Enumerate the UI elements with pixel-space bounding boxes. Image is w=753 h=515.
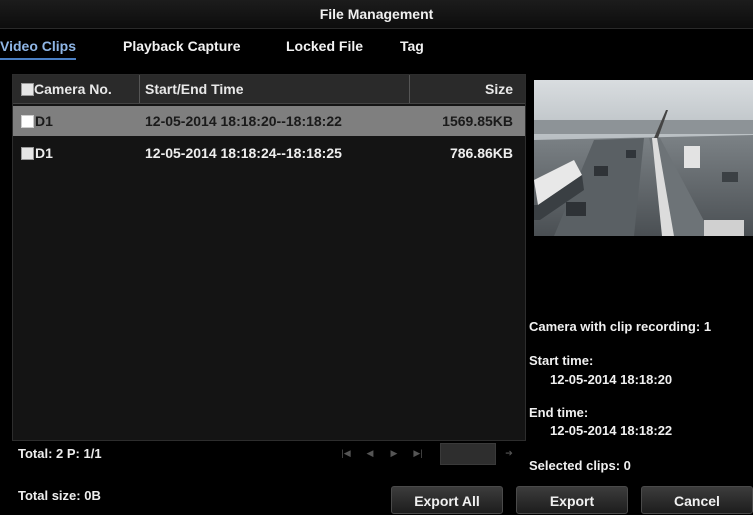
selected-clips-count: Selected clips: 0 bbox=[529, 458, 631, 473]
tab-tag[interactable]: Tag bbox=[400, 38, 424, 54]
row-size: 786.86KB bbox=[449, 145, 513, 161]
highway-scene-image bbox=[534, 80, 753, 236]
pagination-summary: Total: 2 P: 1/1 bbox=[18, 446, 102, 461]
window-title: File Management bbox=[0, 0, 753, 29]
last-page-icon[interactable]: ▶| bbox=[408, 443, 428, 463]
table-row[interactable]: D1 12-05-2014 18:18:20--18:18:22 1569.85… bbox=[13, 106, 525, 136]
row-camera: D1 bbox=[35, 113, 53, 129]
file-list: Camera No. Start/End Time Size D1 12-05-… bbox=[12, 74, 526, 441]
row-time: 12-05-2014 18:18:24--18:18:25 bbox=[145, 145, 342, 161]
end-time-value: 12-05-2014 18:18:22 bbox=[550, 423, 673, 438]
row-camera: D1 bbox=[35, 145, 53, 161]
start-time-value: 12-05-2014 18:18:20 bbox=[550, 372, 673, 387]
camera-clip-count: Camera with clip recording: 1 bbox=[529, 319, 712, 334]
tab-video-clips[interactable]: Video Clips bbox=[0, 38, 76, 60]
column-divider bbox=[139, 75, 140, 103]
row-checkbox[interactable] bbox=[21, 147, 34, 160]
table-row[interactable]: D1 12-05-2014 18:18:24--18:18:25 786.86K… bbox=[13, 138, 525, 168]
row-size: 1569.85KB bbox=[442, 113, 513, 129]
go-icon[interactable]: ➔ bbox=[500, 443, 518, 463]
video-preview bbox=[534, 80, 753, 236]
header-start-end-time[interactable]: Start/End Time bbox=[145, 75, 244, 103]
total-size: Total size: 0B bbox=[18, 488, 101, 503]
end-time-label: End time: bbox=[529, 405, 589, 420]
export-button[interactable]: Export bbox=[516, 486, 628, 514]
start-time-label: Start time: bbox=[529, 353, 594, 368]
next-page-icon[interactable]: ▶ bbox=[384, 443, 404, 463]
cancel-button[interactable]: Cancel bbox=[641, 486, 753, 514]
tab-playback-capture[interactable]: Playback Capture bbox=[123, 38, 241, 54]
first-page-icon[interactable]: |◀ bbox=[336, 443, 356, 463]
page-number-input[interactable] bbox=[440, 443, 496, 465]
header-size[interactable]: Size bbox=[485, 75, 513, 103]
export-all-button[interactable]: Export All bbox=[391, 486, 503, 514]
select-all-checkbox[interactable] bbox=[21, 83, 34, 96]
column-divider bbox=[409, 75, 410, 103]
table-header: Camera No. Start/End Time Size bbox=[13, 75, 525, 104]
header-camera-no[interactable]: Camera No. bbox=[34, 75, 112, 103]
tab-bar: Video Clips Playback Capture Locked File… bbox=[0, 30, 753, 68]
row-time: 12-05-2014 18:18:20--18:18:22 bbox=[145, 113, 342, 129]
tab-locked-file[interactable]: Locked File bbox=[286, 38, 363, 54]
row-checkbox[interactable] bbox=[21, 115, 34, 128]
prev-page-icon[interactable]: ◀ bbox=[360, 443, 380, 463]
